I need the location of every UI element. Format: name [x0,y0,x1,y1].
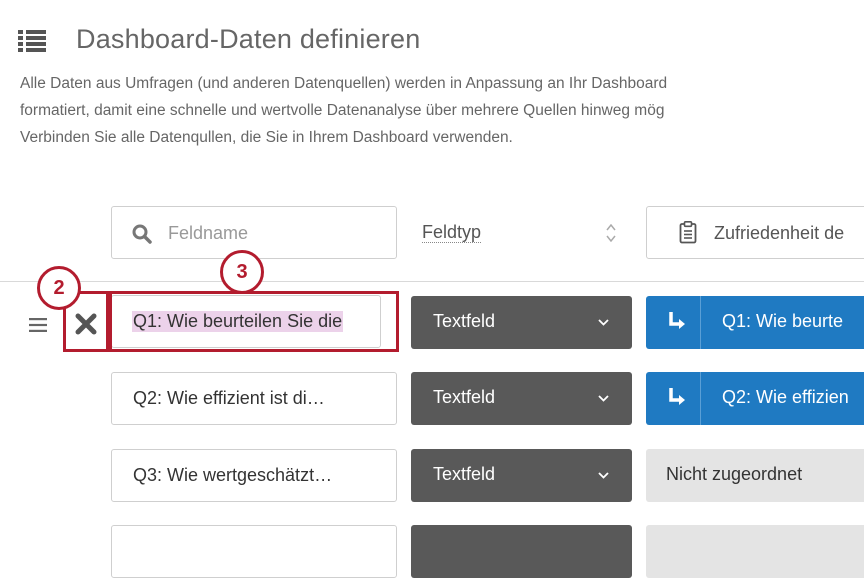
callout-highlight-field-name [109,291,399,352]
field-type-dropdown[interactable] [411,525,632,578]
page-description: Alle Daten aus Umfragen (und anderen Dat… [20,70,667,151]
sort-icon[interactable] [606,224,616,242]
search-icon [132,224,152,244]
field-type-column-header[interactable]: Feldtyp [410,206,632,259]
description-line: Verbinden Sie alle Datenqullen, die Sie … [20,129,513,146]
mapping-separator [700,372,701,425]
mapping-value: Nicht zugeordnet [666,464,803,484]
data-source-label: Zufriedenheit de [714,223,845,243]
data-source-selector[interactable]: Zufriedenheit de [646,206,864,259]
field-type-value: Textfeld [433,387,496,407]
field-type-value: Textfeld [433,311,496,331]
field-type-dropdown[interactable]: Textfeld [411,372,632,425]
mapping-arrow-icon [669,312,685,329]
field-name-value: Q2: Wie effizient ist di… [133,388,325,408]
field-type-dropdown[interactable]: Textfeld [411,449,632,502]
field-mapping-button[interactable]: Q1: Wie beurte [646,296,864,349]
header-divider [0,281,864,282]
chevron-down-icon [598,472,609,479]
description-line: formatiert, damit eine schnelle und wert… [20,102,665,119]
clipboard-icon [679,221,697,244]
chevron-down-icon [598,395,609,402]
list-icon [18,30,46,52]
field-name-search[interactable] [111,206,397,259]
field-type-dropdown[interactable]: Textfeld [411,296,632,349]
callout-badge: 2 [37,266,81,310]
chevron-down-icon [598,319,609,326]
field-type-value: Textfeld [433,464,496,484]
mapping-value: Q1: Wie beurte [722,311,844,331]
description-line: Alle Daten aus Umfragen (und anderen Dat… [20,75,668,92]
mapping-separator [700,296,701,349]
callout-badge: 3 [220,250,264,294]
field-name-value: Q3: Wie wertgeschätzt… [133,465,333,485]
drag-handle-icon[interactable] [29,318,47,332]
field-name-input[interactable] [111,525,397,578]
page-title: Dashboard-Daten definieren [76,24,421,54]
field-name-input[interactable]: Q3: Wie wertgeschätzt… [111,449,397,502]
field-name-input[interactable]: Q2: Wie effizient ist di… [111,372,397,425]
search-input[interactable] [168,217,388,249]
mapping-value: Q2: Wie effizien [722,387,849,407]
field-mapping-button[interactable] [646,525,864,578]
mapping-arrow-icon [669,388,685,405]
field-type-label: Feldtyp [422,222,482,243]
field-mapping-button[interactable]: Q2: Wie effizien [646,372,864,425]
field-mapping-button[interactable]: Nicht zugeordnet [646,449,864,502]
